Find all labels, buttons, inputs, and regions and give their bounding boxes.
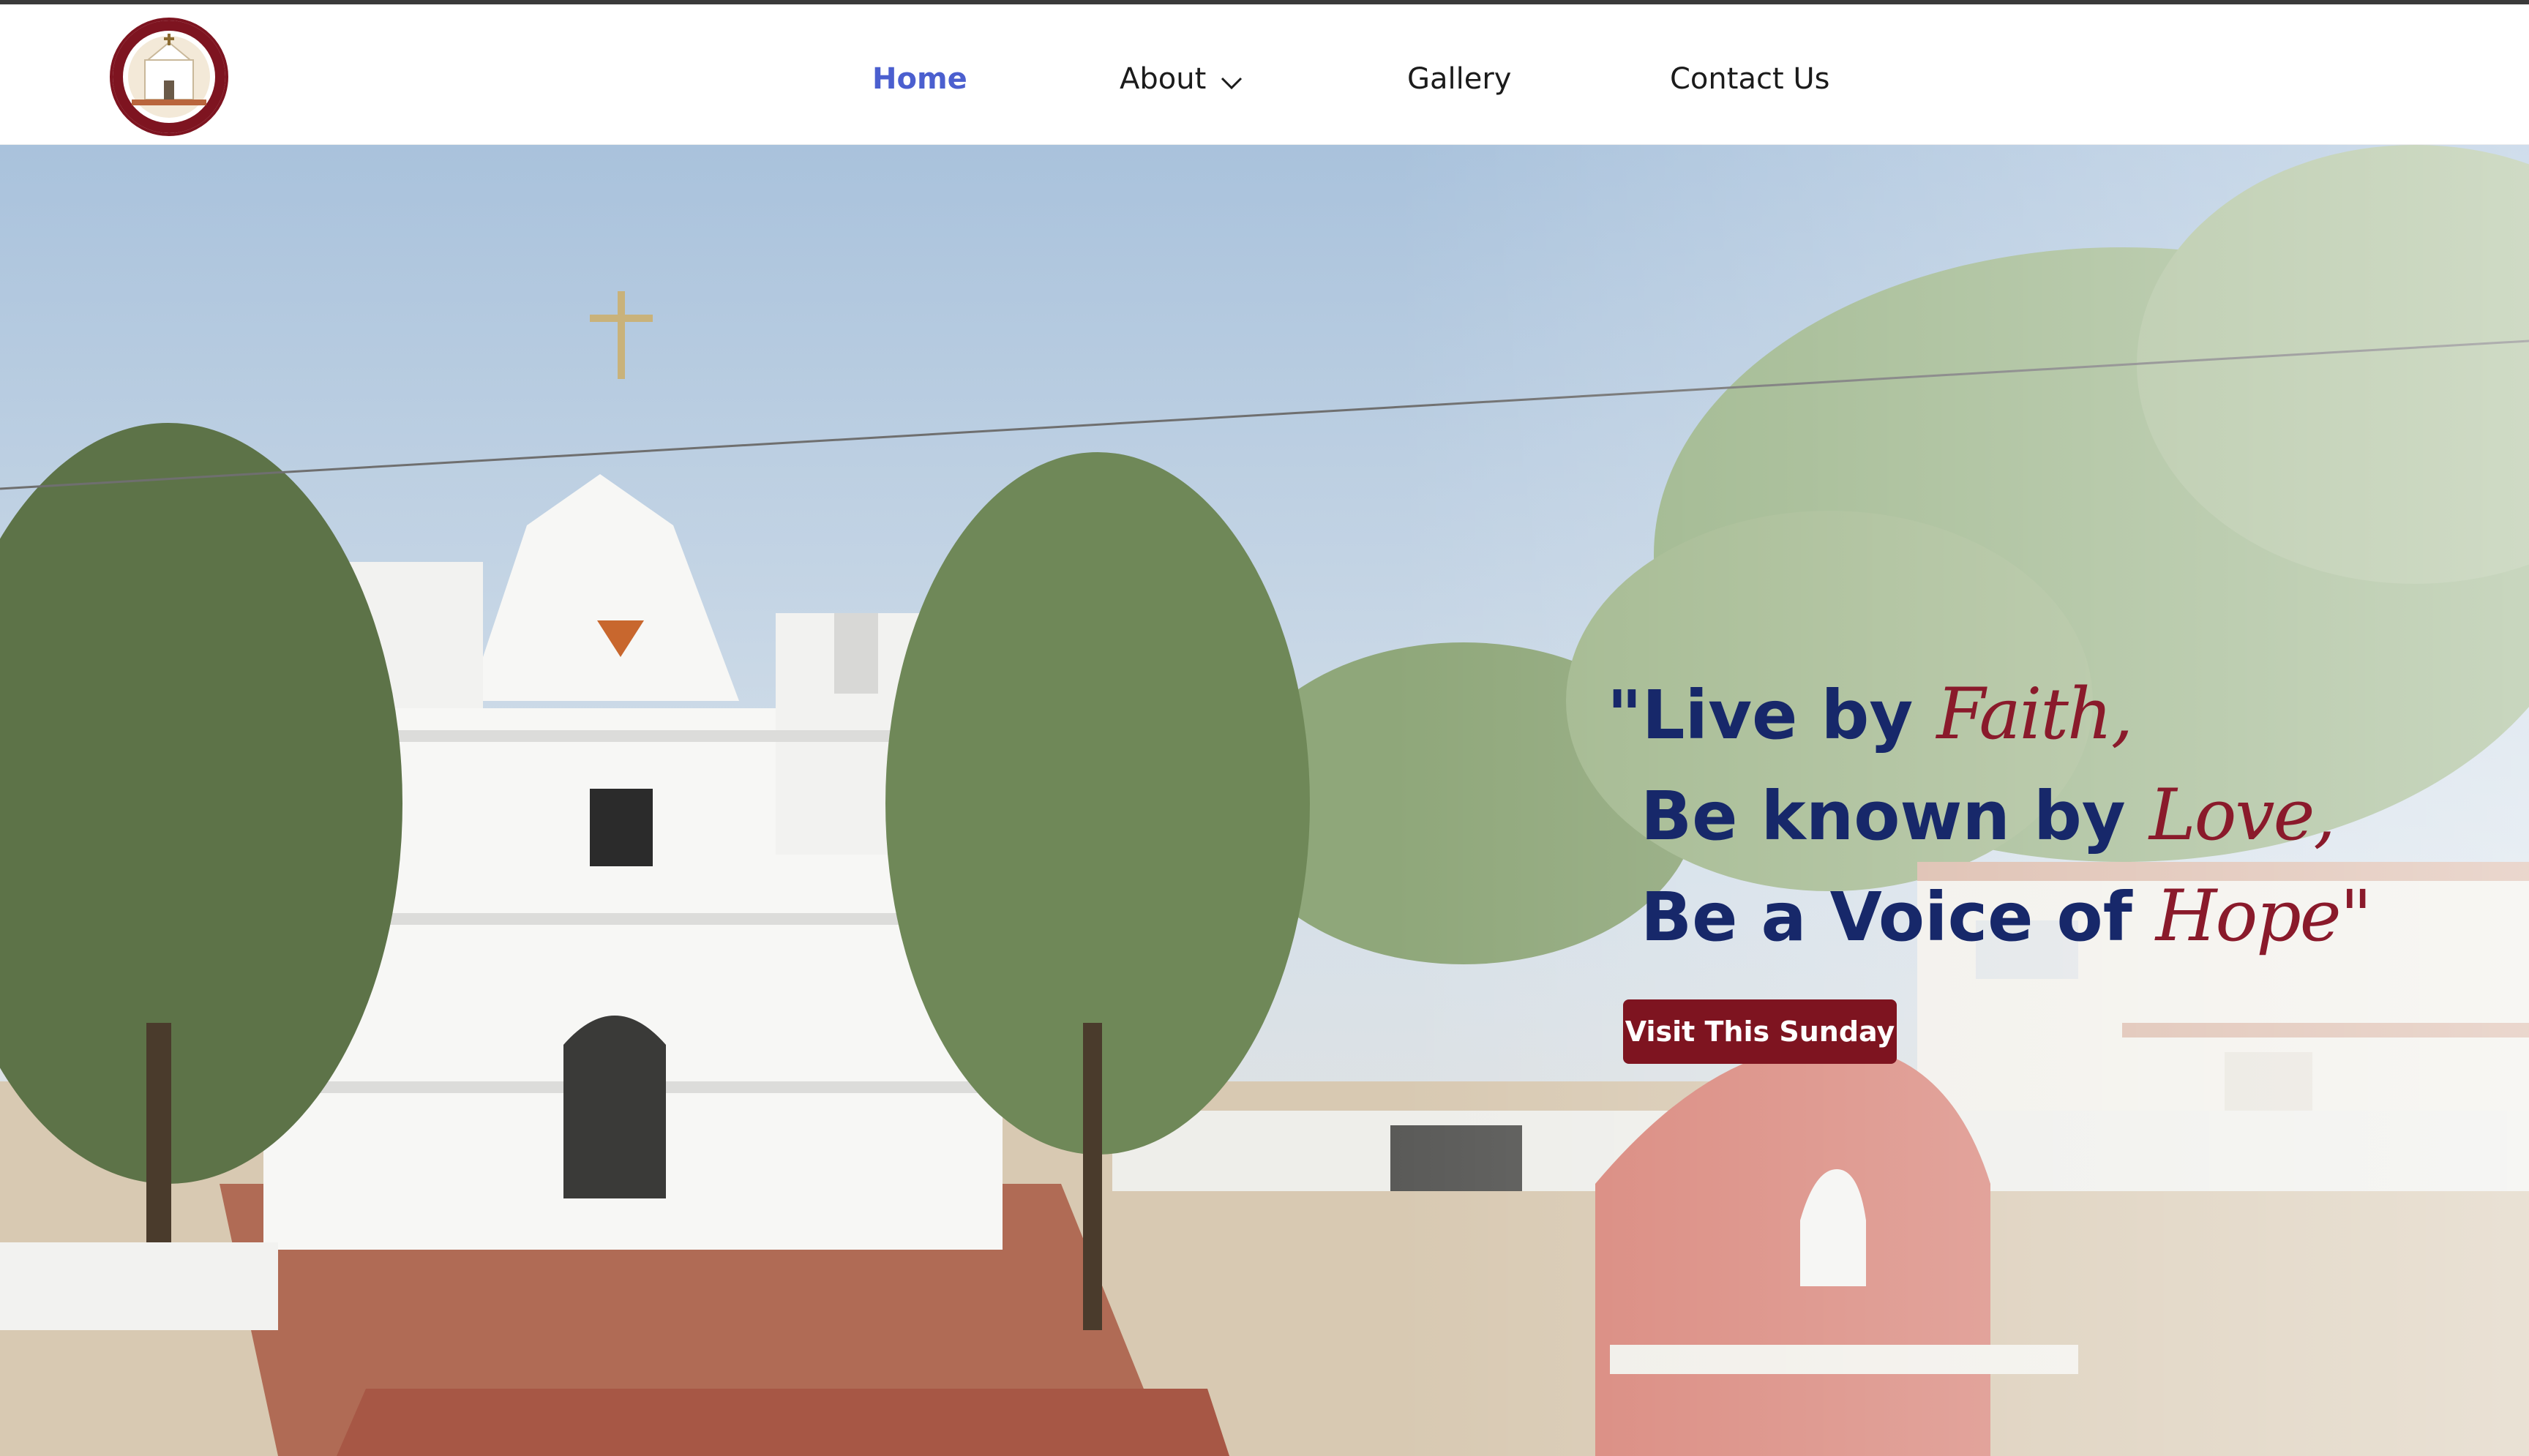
hero-tagline: "Live by Faith, Be known by Love, Be a V… xyxy=(1607,664,2372,967)
visit-this-sunday-button[interactable]: Visit This Sunday xyxy=(1623,999,1897,1064)
nav-about-label: About xyxy=(1120,62,1207,96)
tagline-line-1-text: "Live by xyxy=(1607,676,1937,754)
tagline-line-1: "Live by Faith, xyxy=(1607,664,2371,765)
nav-home[interactable]: Home xyxy=(872,56,967,102)
nav-about[interactable]: About xyxy=(1120,56,1243,102)
chevron-down-icon xyxy=(1221,57,1243,104)
chapel-logo[interactable] xyxy=(110,18,228,136)
tagline-hope: Hope" xyxy=(2155,875,2372,957)
chapel-logo-icon xyxy=(110,18,228,136)
tagline-line-2: Be known by Love, xyxy=(1607,765,2371,866)
tagline-line-3-text: Be a Voice of xyxy=(1641,878,2156,956)
hero-section: "Live by Faith, Be known by Love, Be a V… xyxy=(0,145,2529,1456)
tagline-line-3: Be a Voice of Hope" xyxy=(1607,866,2372,967)
tagline-love: Love, xyxy=(2148,774,2336,856)
nav-gallery[interactable]: Gallery xyxy=(1407,56,1511,102)
tagline-faith: Faith, xyxy=(1936,673,2133,755)
navbar: Home About Gallery Contact Us xyxy=(0,4,2529,145)
nav-contact-us[interactable]: Contact Us xyxy=(1670,56,1829,102)
tagline-line-2-text: Be known by xyxy=(1641,777,2149,855)
